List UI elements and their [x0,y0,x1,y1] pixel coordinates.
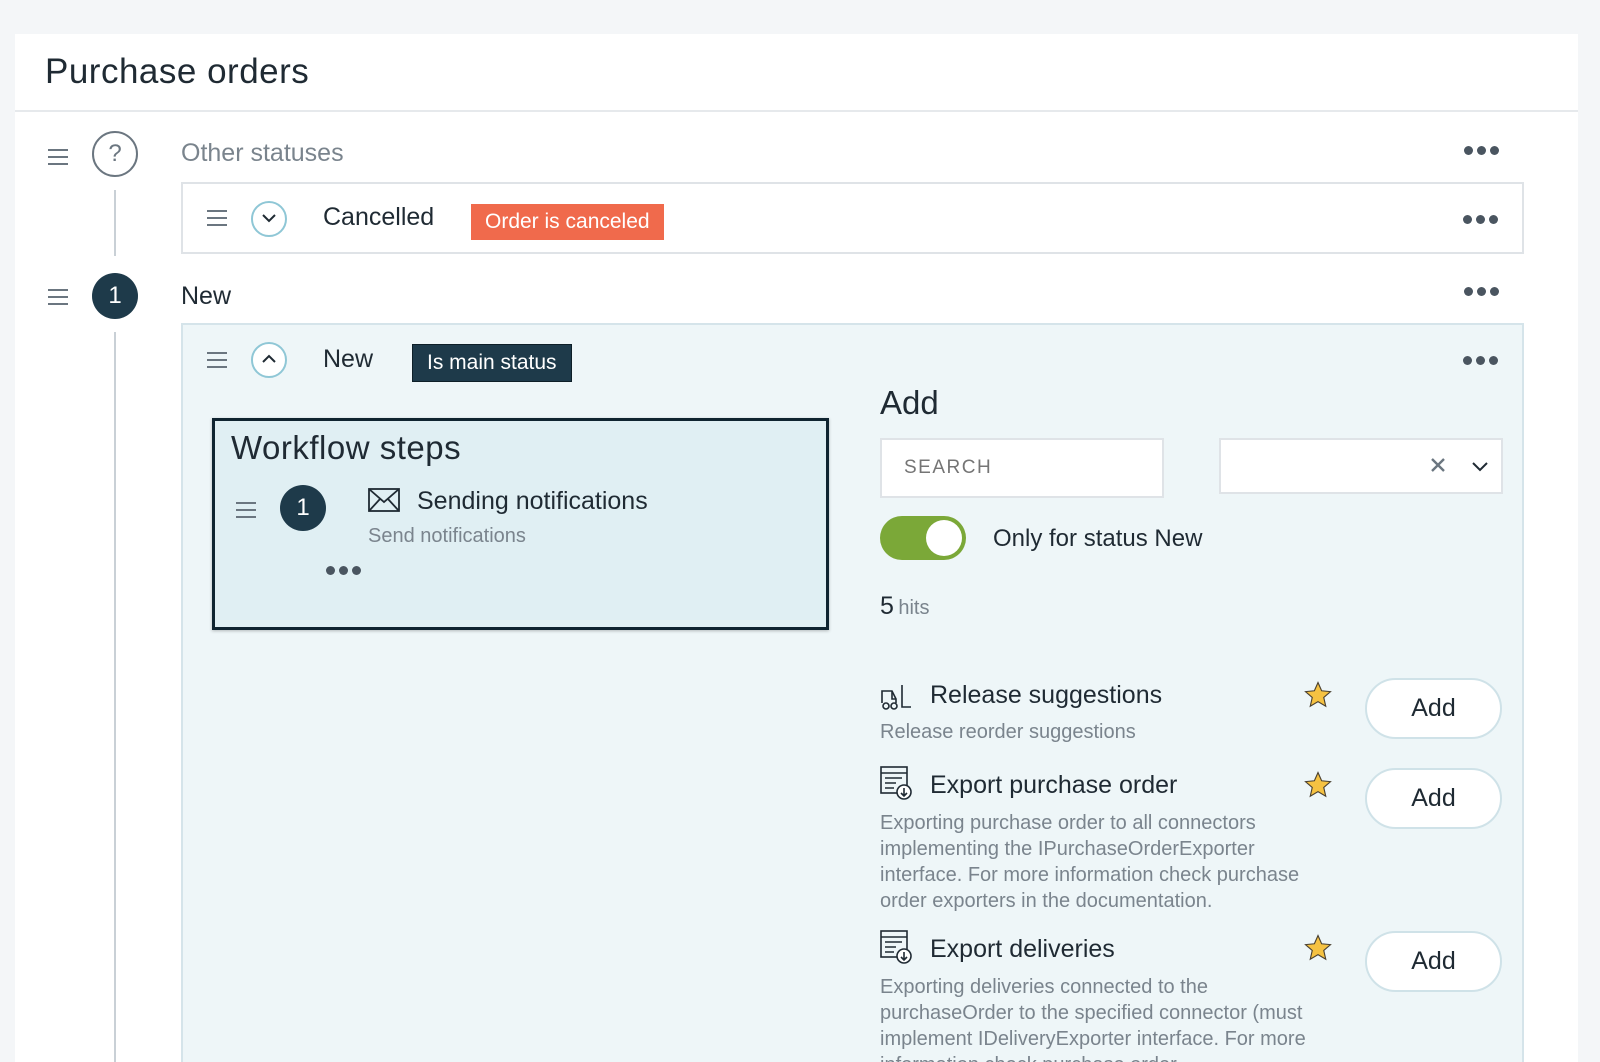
drag-handle-icon[interactable] [47,148,69,166]
item-title: Export deliveries [930,935,1115,963]
filter-select[interactable] [1219,438,1503,494]
workflow-steps-box: Workflow steps 1 Sending notifications S… [212,418,829,630]
panel-header: Purchase orders [15,34,1578,112]
more-options-icon[interactable] [1460,353,1500,367]
timeline-line [114,332,116,1062]
status-name-cancelled: Cancelled [323,203,435,231]
item-description: Exporting purchase order to all connecto… [880,812,1300,912]
more-options-icon[interactable] [1461,143,1501,157]
chevron-down-icon[interactable] [1471,460,1489,478]
star-icon[interactable] [1303,680,1333,715]
page-title: Purchase orders [45,52,310,91]
step-title: Sending notifications [417,487,648,515]
star-icon[interactable] [1303,770,1333,805]
item-description: Release reorder suggestions [880,721,1136,743]
search-field[interactable] [880,438,1164,498]
search-input[interactable] [882,440,1162,496]
collapse-button[interactable] [251,342,287,378]
drag-handle-icon[interactable] [206,351,228,369]
main-status-badge: Is main status [412,344,572,382]
group-label-other-statuses: Other statuses [181,139,344,167]
toggle-knob [926,520,962,556]
group-number-badge: 1 [92,273,138,319]
more-options-icon[interactable] [1461,284,1501,298]
more-options-icon[interactable] [1460,212,1500,226]
forklift-icon [880,683,912,716]
step-number-badge: 1 [280,485,326,531]
item-title: Export purchase order [930,771,1178,799]
timeline-line [114,190,116,256]
export-icon [880,930,912,969]
hits-count: 5 hits [880,592,929,621]
star-icon[interactable] [1303,933,1333,968]
chevron-up-icon [261,351,277,369]
add-button[interactable]: Add [1365,931,1502,992]
drag-handle-icon[interactable] [206,209,228,227]
status-name-new: New [323,345,374,373]
group-label-new: New [181,282,232,310]
clear-icon[interactable] [1429,456,1447,479]
expand-button[interactable] [251,201,287,237]
item-title: Release suggestions [930,681,1163,709]
toggle-label: Only for status New [993,525,1203,552]
more-options-icon[interactable] [323,563,363,577]
status-only-toggle[interactable] [880,516,966,560]
add-button[interactable]: Add [1365,768,1502,829]
chevron-down-icon [261,210,277,228]
add-button[interactable]: Add [1365,678,1502,739]
item-description: Exporting deliveries connected to the pu… [880,976,1306,1062]
hits-number: 5 [880,592,894,620]
envelope-icon [368,488,400,517]
add-panel-title: Add [880,384,939,421]
drag-handle-icon[interactable] [235,501,257,519]
status-badge: Order is canceled [471,204,664,240]
workflow-steps-title: Workflow steps [231,429,462,466]
drag-handle-icon[interactable] [47,288,69,306]
export-icon [880,766,912,805]
step-subtitle: Send notifications [368,525,526,547]
other-statuses-marker: ? [92,131,138,177]
hits-label: hits [898,597,930,619]
